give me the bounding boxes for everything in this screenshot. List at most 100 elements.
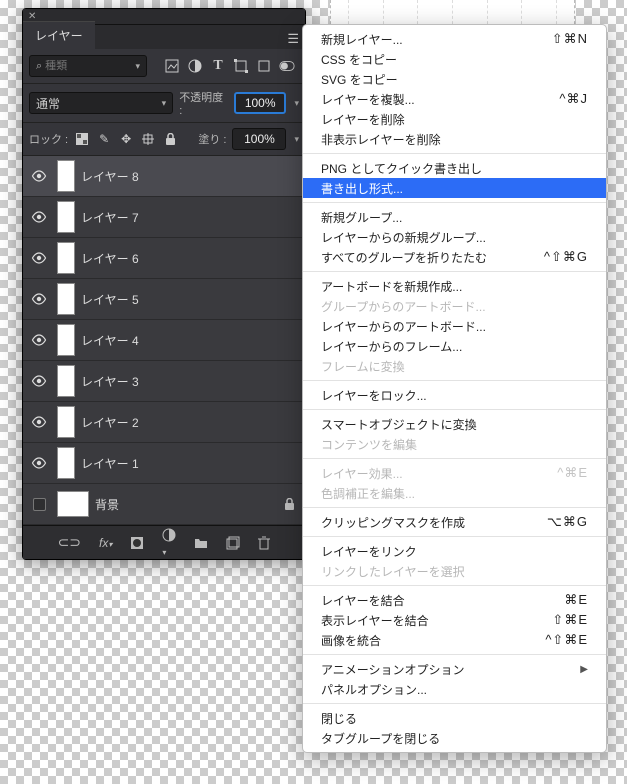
layer-row[interactable]: レイヤー 2	[23, 402, 305, 443]
layer-thumbnail[interactable]	[57, 324, 75, 356]
panel-menu-icon[interactable]: ☰	[287, 31, 299, 47]
layer-name[interactable]: レイヤー 3	[81, 373, 139, 390]
layer-name[interactable]: レイヤー 4	[81, 332, 139, 349]
menu-item[interactable]: 閉じる	[303, 708, 606, 728]
kind-filter-input[interactable]	[45, 60, 115, 72]
new-layer-icon[interactable]	[226, 536, 240, 550]
lock-all-icon[interactable]	[162, 131, 178, 147]
layer-row[interactable]: レイヤー 7	[23, 197, 305, 238]
lock-artboard-icon[interactable]	[140, 131, 156, 147]
lock-icon[interactable]	[284, 498, 295, 511]
fx-icon[interactable]: fx▾	[99, 536, 112, 550]
visibility-toggle[interactable]	[23, 334, 55, 346]
layer-row[interactable]: 背景	[23, 484, 305, 525]
menu-item[interactable]: アニメーションオプション▶	[303, 659, 606, 679]
menu-item[interactable]: 新規グループ...	[303, 207, 606, 227]
layer-thumbnail[interactable]	[57, 365, 75, 397]
opacity-input[interactable]: 100%	[234, 92, 287, 114]
filter-smart-icon[interactable]	[256, 58, 272, 74]
visibility-toggle[interactable]	[23, 498, 55, 511]
filter-text-icon[interactable]: T	[210, 58, 226, 74]
menu-item[interactable]: 新規レイヤー...⇧⌘N	[303, 29, 606, 49]
menu-item-label: 表示レイヤーを結合	[321, 612, 429, 629]
kind-filter[interactable]: ⌕ ▾	[29, 55, 147, 77]
menu-item-label: SVG をコピー	[321, 71, 398, 88]
trash-icon[interactable]	[258, 536, 270, 550]
layer-name[interactable]: レイヤー 8	[81, 168, 139, 185]
layer-name[interactable]: レイヤー 2	[81, 414, 139, 431]
tab-layers[interactable]: レイヤー	[23, 21, 95, 49]
menu-item[interactable]: 画像を統合^⇧⌘E	[303, 630, 606, 650]
layer-thumbnail[interactable]	[57, 201, 75, 233]
chevron-down-icon[interactable]: ▾	[294, 98, 299, 109]
menu-item[interactable]: 表示レイヤーを結合 ⇧⌘E	[303, 610, 606, 630]
menu-item-label: アートボードを新規作成...	[321, 278, 462, 295]
menu-item[interactable]: 書き出し形式...	[303, 178, 606, 198]
filter-toggle-icon[interactable]	[279, 58, 295, 74]
layer-thumbnail[interactable]	[57, 242, 75, 274]
menu-item-label: コンテンツを編集	[321, 436, 417, 453]
menu-item[interactable]: PNG としてクイック書き出し	[303, 158, 606, 178]
menu-item: フレームに変換	[303, 356, 606, 376]
lock-position-icon[interactable]: ✥	[118, 131, 134, 147]
menu-shortcut: ⇧⌘E	[552, 612, 588, 628]
menu-item[interactable]: CSS をコピー	[303, 49, 606, 69]
layer-thumbnail[interactable]	[57, 160, 75, 192]
link-icon[interactable]: ⊂⊃	[58, 534, 81, 551]
menu-item[interactable]: レイヤーを複製...^⌘J	[303, 89, 606, 109]
layer-name[interactable]: レイヤー 6	[81, 250, 139, 267]
menu-item[interactable]: すべてのグループを折りたたむ^⇧⌘G	[303, 247, 606, 267]
layer-row[interactable]: レイヤー 1	[23, 443, 305, 484]
layer-name[interactable]: レイヤー 5	[81, 291, 139, 308]
menu-item[interactable]: クリッピングマスクを作成⌥⌘G	[303, 512, 606, 532]
layer-row[interactable]: レイヤー 6	[23, 238, 305, 279]
mask-icon[interactable]	[130, 536, 144, 550]
visibility-toggle[interactable]	[23, 170, 55, 182]
menu-item[interactable]: スマートオブジェクトに変換	[303, 414, 606, 434]
layer-name[interactable]: レイヤー 7	[81, 209, 139, 226]
menu-separator	[303, 153, 606, 154]
menu-item[interactable]: アートボードを新規作成...	[303, 276, 606, 296]
fill-input[interactable]: 100%	[232, 128, 286, 150]
blend-mode-select[interactable]: 通常 ▾	[29, 92, 173, 114]
menu-item[interactable]: レイヤーからの新規グループ...	[303, 227, 606, 247]
layer-row[interactable]: レイヤー 8	[23, 156, 305, 197]
visibility-toggle[interactable]	[23, 211, 55, 223]
folder-icon[interactable]	[194, 537, 208, 549]
layer-name[interactable]: レイヤー 1	[81, 455, 139, 472]
menu-item[interactable]: SVG をコピー	[303, 69, 606, 89]
layer-row[interactable]: レイヤー 5	[23, 279, 305, 320]
menu-item[interactable]: パネルオプション...	[303, 679, 606, 699]
menu-separator	[303, 654, 606, 655]
menu-item-label: 画像を統合	[321, 632, 381, 649]
visibility-toggle[interactable]	[23, 457, 55, 469]
filter-shape-icon[interactable]	[233, 58, 249, 74]
blend-row: 通常 ▾ 不透明度 : 100% ▾	[23, 84, 305, 123]
menu-item-label: レイヤーをリンク	[321, 543, 417, 560]
visibility-toggle[interactable]	[23, 293, 55, 305]
layer-thumbnail[interactable]	[57, 447, 75, 479]
menu-item[interactable]: 非表示レイヤーを削除	[303, 129, 606, 149]
layer-row[interactable]: レイヤー 3	[23, 361, 305, 402]
layer-thumbnail[interactable]	[57, 283, 75, 315]
lock-pixels-icon[interactable]	[74, 131, 90, 147]
layer-thumbnail[interactable]	[57, 406, 75, 438]
visibility-toggle[interactable]	[23, 416, 55, 428]
menu-item[interactable]: タブグループを閉じる	[303, 728, 606, 748]
chevron-down-icon[interactable]: ▾	[294, 134, 299, 145]
menu-item[interactable]: レイヤーを削除	[303, 109, 606, 129]
filter-image-icon[interactable]	[164, 58, 180, 74]
menu-item[interactable]: レイヤーからのフレーム...	[303, 336, 606, 356]
filter-adjust-icon[interactable]	[187, 58, 203, 74]
layer-thumbnail[interactable]	[57, 491, 89, 517]
menu-item[interactable]: レイヤーからのアートボード...	[303, 316, 606, 336]
menu-item[interactable]: レイヤーをロック...	[303, 385, 606, 405]
visibility-toggle[interactable]	[23, 375, 55, 387]
visibility-toggle[interactable]	[23, 252, 55, 264]
lock-brush-icon[interactable]: ✎	[96, 131, 112, 147]
layer-name[interactable]: 背景	[95, 496, 119, 513]
menu-item[interactable]: レイヤーをリンク	[303, 541, 606, 561]
menu-item[interactable]: レイヤーを結合⌘E	[303, 590, 606, 610]
layer-row[interactable]: レイヤー 4	[23, 320, 305, 361]
adjustment-icon[interactable]: ▾	[162, 528, 176, 558]
